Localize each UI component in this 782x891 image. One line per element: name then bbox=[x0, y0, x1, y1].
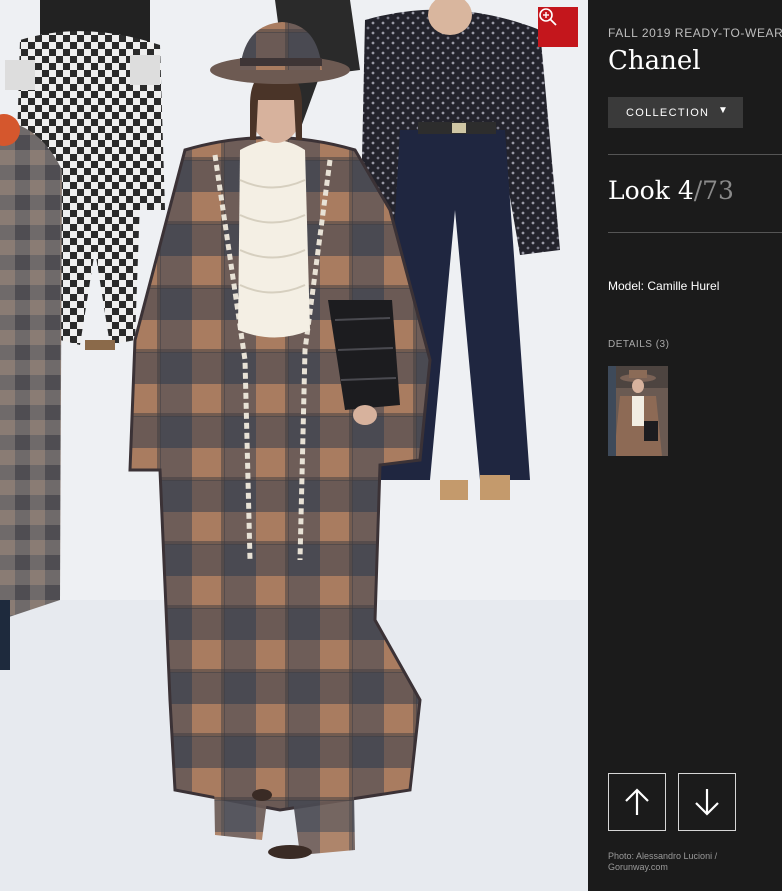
designer-name[interactable]: Chanel bbox=[608, 46, 701, 76]
collection-button[interactable]: COLLECTION ▼ bbox=[608, 97, 743, 128]
look-number: 4 bbox=[677, 176, 694, 205]
previous-look-button[interactable] bbox=[608, 773, 666, 831]
collection-button-label: COLLECTION bbox=[626, 106, 710, 119]
zoom-button[interactable] bbox=[538, 7, 578, 47]
zoom-in-icon bbox=[539, 8, 557, 26]
details-label: DETAILS (3) bbox=[608, 339, 670, 350]
detail-thumbnail-image bbox=[608, 366, 668, 456]
page: FALL 2019 READY-TO-WEAR Chanel COLLECTIO… bbox=[0, 0, 782, 891]
arrow-down-icon bbox=[695, 789, 719, 816]
season-label: FALL 2019 READY-TO-WEAR bbox=[608, 26, 782, 40]
next-look-button[interactable] bbox=[678, 773, 736, 831]
photo-credit: Photo: Alessandro Lucioni / Gorunway.com bbox=[608, 851, 718, 872]
divider-bottom bbox=[608, 232, 782, 233]
arrow-up-icon bbox=[625, 788, 649, 815]
model-name: Model: Camille Hurel bbox=[608, 279, 720, 293]
look-total: /73 bbox=[693, 176, 734, 205]
runway-photo-illustration bbox=[0, 0, 588, 891]
runway-photo bbox=[0, 0, 588, 891]
look-counter: Look 4/73 bbox=[608, 176, 734, 205]
edge-model-left bbox=[0, 114, 62, 670]
look-prefix: Look bbox=[608, 176, 678, 205]
detail-thumbnail[interactable] bbox=[608, 366, 668, 456]
sidebar: FALL 2019 READY-TO-WEAR Chanel COLLECTIO… bbox=[588, 0, 782, 891]
divider-top bbox=[608, 154, 782, 155]
caret-down-icon: ▼ bbox=[718, 105, 730, 116]
